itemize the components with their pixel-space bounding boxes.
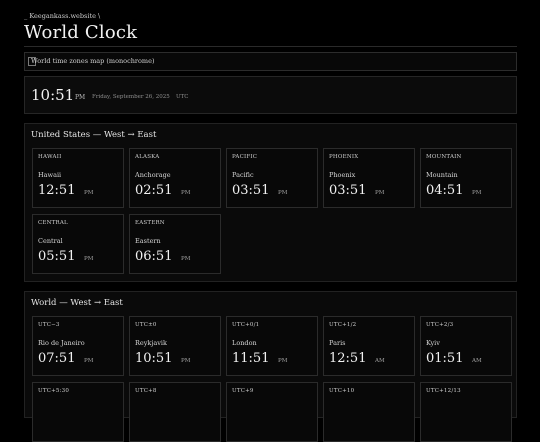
section-title: United States — West → East bbox=[31, 130, 157, 140]
city-name: Eastern bbox=[135, 237, 161, 245]
ampm-label: PM bbox=[375, 190, 385, 196]
ampm-label: PM bbox=[84, 256, 94, 262]
timezone-card: ALASKA Anchorage 02:51 PM bbox=[129, 148, 221, 208]
city-name: Rio de Janeiro bbox=[38, 339, 85, 347]
utc-ampm: PM bbox=[75, 94, 86, 101]
divider bbox=[24, 46, 517, 47]
city-name: Mountain bbox=[426, 171, 458, 179]
city-name: Paris bbox=[329, 339, 346, 347]
page-title: World Clock bbox=[24, 22, 138, 43]
clock-time: 02:51 bbox=[135, 183, 173, 198]
timezone-card: UTC+12/13 bbox=[420, 382, 512, 442]
zone-abbr: UTC+8 bbox=[135, 388, 157, 394]
zone-abbr: UTC+1/2 bbox=[329, 322, 357, 328]
zone-abbr: UTC+0/1 bbox=[232, 322, 260, 328]
city-name: Kyiv bbox=[426, 339, 440, 347]
clock-time: 12:51 bbox=[38, 183, 76, 198]
zone-abbr: UTC+5:30 bbox=[38, 388, 70, 394]
ampm-label: AM bbox=[472, 358, 482, 364]
zone-abbr: UTC+10 bbox=[329, 388, 355, 394]
timezone-card: UTC−3 Rio de Janeiro 07:51 PM bbox=[32, 316, 124, 376]
zone-abbr: UTC+12/13 bbox=[426, 388, 461, 394]
ampm-label: PM bbox=[84, 190, 94, 196]
timezone-card: PHOENIX Phoenix 03:51 PM bbox=[323, 148, 415, 208]
ampm-label: AM bbox=[375, 358, 385, 364]
clock-time: 07:51 bbox=[38, 351, 76, 366]
utc-date: Friday, September 26, 2025 bbox=[92, 94, 170, 100]
timezone-card: UTC+0/1 London 11:51 PM bbox=[226, 316, 318, 376]
zone-abbr: UTC±0 bbox=[135, 322, 157, 328]
clock-time: 11:51 bbox=[232, 351, 270, 366]
world-timezones-section: World — West → East UTC−3 Rio de Janeiro 0… bbox=[24, 291, 517, 442]
clock-time: 03:51 bbox=[329, 183, 367, 198]
clock-time: 10:51 bbox=[135, 351, 173, 366]
clock-time: 01:51 bbox=[426, 351, 464, 366]
utc-time: 10:51 bbox=[31, 86, 75, 104]
ampm-label: PM bbox=[181, 358, 191, 364]
zone-abbr: ALASKA bbox=[135, 154, 160, 160]
zone-abbr: PACIFIC bbox=[232, 154, 258, 160]
city-name: Pacific bbox=[232, 171, 254, 179]
timezone-card: UTC±0 Reykjavik 10:51 PM bbox=[129, 316, 221, 376]
zone-abbr: EASTERN bbox=[135, 220, 165, 226]
timezone-card: EASTERN Eastern 06:51 PM bbox=[129, 214, 221, 274]
ampm-label: PM bbox=[278, 190, 288, 196]
zone-abbr: UTC+9 bbox=[232, 388, 254, 394]
clock-time: 04:51 bbox=[426, 183, 464, 198]
timezone-card: UTC+1/2 Paris 12:51 AM bbox=[323, 316, 415, 376]
section-title: World — West → East bbox=[31, 298, 123, 308]
city-name: Phoenix bbox=[329, 171, 356, 179]
zone-abbr: CENTRAL bbox=[38, 220, 68, 226]
map-alt-text: World time zones map (monochrome) bbox=[31, 57, 155, 65]
ampm-label: PM bbox=[84, 358, 94, 364]
ampm-label: PM bbox=[278, 358, 288, 364]
timezone-card: MOUNTAIN Mountain 04:51 PM bbox=[420, 148, 512, 208]
clock-time: 06:51 bbox=[135, 249, 173, 264]
timezone-card: HAWAII Hawaii 12:51 PM bbox=[32, 148, 124, 208]
world-map-image: World time zones map (monochrome) bbox=[24, 52, 517, 71]
clock-time: 03:51 bbox=[232, 183, 270, 198]
us-timezones-section: United States — West → East HAWAII Hawaii… bbox=[24, 123, 517, 282]
zone-abbr: PHOENIX bbox=[329, 154, 359, 160]
utc-clock-panel: 10:51 PM Friday, September 26, 2025 UTC bbox=[24, 76, 517, 114]
city-name: London bbox=[232, 339, 257, 347]
city-name: Hawaii bbox=[38, 171, 62, 179]
city-name: Reykjavik bbox=[135, 339, 167, 347]
timezone-card: UTC+10 bbox=[323, 382, 415, 442]
city-name: Central bbox=[38, 237, 63, 245]
timezone-card: UTC+2/3 Kyiv 01:51 AM bbox=[420, 316, 512, 376]
ampm-label: PM bbox=[181, 256, 191, 262]
timezone-card: UTC+5:30 bbox=[32, 382, 124, 442]
breadcrumb[interactable]: _ Keegankass.website \ bbox=[24, 12, 100, 20]
zone-abbr: HAWAII bbox=[38, 154, 62, 160]
clock-time: 05:51 bbox=[38, 249, 76, 264]
page: _ Keegankass.website \ World Clock World… bbox=[0, 0, 540, 442]
ampm-label: PM bbox=[181, 190, 191, 196]
timezone-card: UTC+8 bbox=[129, 382, 221, 442]
timezone-card: UTC+9 bbox=[226, 382, 318, 442]
clock-time: 12:51 bbox=[329, 351, 367, 366]
ampm-label: PM bbox=[472, 190, 482, 196]
utc-zone-label: UTC bbox=[176, 94, 189, 100]
city-name: Anchorage bbox=[135, 171, 171, 179]
zone-abbr: UTC−3 bbox=[38, 322, 60, 328]
zone-abbr: UTC+2/3 bbox=[426, 322, 454, 328]
zone-abbr: MOUNTAIN bbox=[426, 154, 462, 160]
timezone-card: CENTRAL Central 05:51 PM bbox=[32, 214, 124, 274]
timezone-card: PACIFIC Pacific 03:51 PM bbox=[226, 148, 318, 208]
